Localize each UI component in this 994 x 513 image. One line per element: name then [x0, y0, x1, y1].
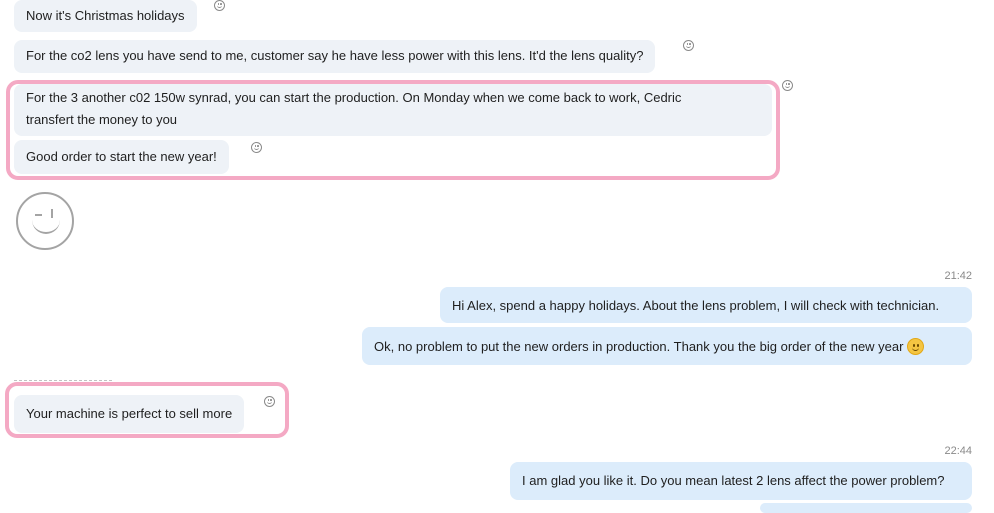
- outgoing-message[interactable]: I am glad you like it. Do you mean lates…: [510, 462, 972, 500]
- message-text: Ok, no problem to put the new orders in …: [374, 339, 904, 354]
- highlight-annotation: [6, 80, 780, 180]
- outgoing-message-partial[interactable]: [760, 503, 972, 513]
- message-text: Hi Alex, spend a happy holidays. About t…: [452, 298, 940, 313]
- winking-face-sticker: [16, 192, 74, 250]
- incoming-message[interactable]: Now it's Christmas holidays: [14, 0, 197, 32]
- incoming-message[interactable]: For the co2 lens you have send to me, cu…: [14, 40, 656, 73]
- add-reaction-icon[interactable]: [214, 0, 225, 11]
- add-reaction-icon[interactable]: [683, 40, 694, 51]
- message-timestamp: 22:44: [944, 445, 972, 457]
- outgoing-message[interactable]: Ok, no problem to put the new orders in …: [362, 327, 972, 365]
- message-text: I am glad you like it. Do you mean lates…: [522, 473, 945, 488]
- message-timestamp: 21:42: [944, 270, 972, 282]
- message-text: Now it's Christmas holidays: [26, 8, 185, 23]
- outgoing-message[interactable]: Hi Alex, spend a happy holidays. About t…: [440, 287, 972, 323]
- smiling-face-emoji: [907, 338, 925, 355]
- highlight-annotation: [5, 382, 289, 438]
- message-text: For the co2 lens you have send to me, cu…: [26, 48, 644, 63]
- add-reaction-icon[interactable]: [782, 80, 793, 91]
